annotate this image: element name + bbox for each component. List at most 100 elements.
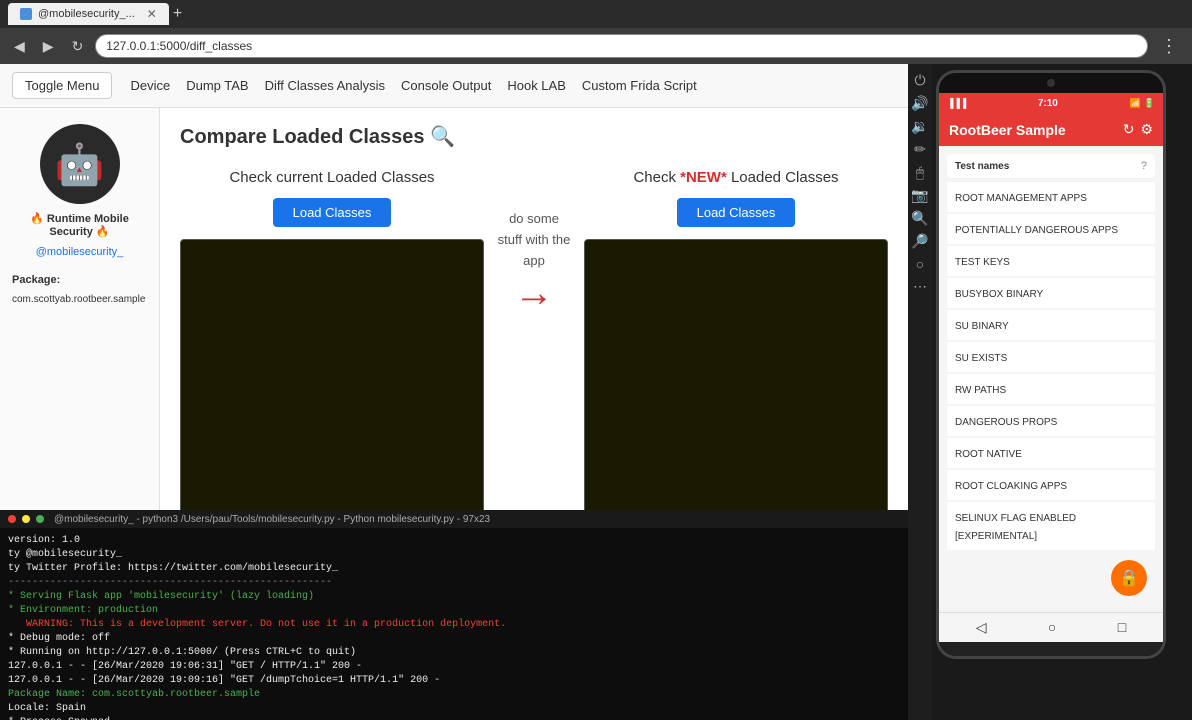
diff-right-column: Check *NEW* Loaded Classes Load Classes: [584, 169, 888, 510]
reload-button[interactable]: ↻: [66, 36, 90, 57]
middle-text: do some stuff with the app: [498, 209, 571, 271]
middle-line2: stuff with the: [498, 230, 571, 251]
phone-nav-bar: ◁ ○ □: [939, 612, 1163, 642]
test-item-text: SU EXISTS: [955, 353, 1007, 364]
term-line: 127.0.0.1 - - [26/Mar/2020 19:06:31] "GE…: [8, 660, 900, 674]
test-item-text: BUSYBOX BINARY: [955, 289, 1043, 300]
phone-app-title: RootBeer Sample: [949, 122, 1066, 138]
nav-link-hook-lab[interactable]: Hook LAB: [507, 78, 566, 93]
test-names-label: Test names: [955, 161, 1009, 172]
phone-camera: [1047, 79, 1055, 87]
nav-link-console-output[interactable]: Console Output: [401, 78, 491, 93]
wifi-icon: 📶: [1130, 98, 1141, 109]
phone-status-icons: 📶 🔋: [1130, 98, 1155, 109]
refresh-icon[interactable]: ↻: [1123, 121, 1135, 138]
package-label: Package:: [12, 274, 147, 286]
phone-status-bar: ▐▐▐ 7:10 📶 🔋: [939, 93, 1163, 113]
bottom-terminal: @mobilesecurity_ - python3 /Users/pau/To…: [0, 510, 908, 720]
phone-test-item: POTENTIALLY DANGEROUS APPS: [947, 214, 1155, 244]
web-app-panel: Toggle Menu Device Dump TAB Diff Classes…: [0, 64, 908, 720]
nav-recents-icon[interactable]: □: [1118, 619, 1126, 636]
circle-icon[interactable]: ○: [916, 256, 924, 272]
right-col-highlight: *NEW*: [680, 169, 727, 186]
phone-test-item: ROOT CLOAKING APPS: [947, 470, 1155, 500]
zoom-in-icon[interactable]: 🔍: [911, 210, 928, 227]
browser-tab-active[interactable]: @mobilesecurity_... ✕: [8, 3, 169, 25]
zoom-out-icon[interactable]: 🔎: [911, 233, 928, 250]
cursor-icon[interactable]: 🖱: [916, 164, 924, 181]
nav-back-icon[interactable]: ◁: [976, 619, 987, 636]
app-content: 🤖 🔥 Runtime Mobile Security 🔥 @mobilesec…: [0, 108, 908, 510]
term-line: * Environment: production: [8, 604, 900, 618]
phone-app-icons: ↻ ⚙: [1123, 121, 1153, 138]
phone-test-header: Test names ?: [947, 154, 1155, 178]
back-button[interactable]: ◀: [8, 36, 31, 57]
sidebar-title: 🔥 Runtime Mobile Security 🔥: [12, 212, 147, 238]
phone-test-item: SU EXISTS: [947, 342, 1155, 372]
right-col-post: Loaded Classes: [727, 169, 839, 186]
terminal-content[interactable]: version: 1.0 ty @mobilesecurity_ ty Twit…: [0, 528, 908, 720]
tab-close-btn[interactable]: ✕: [147, 7, 157, 21]
test-item-text: POTENTIALLY DANGEROUS APPS: [955, 225, 1118, 236]
nav-link-custom-frida[interactable]: Custom Frida Script: [582, 78, 697, 93]
power-icon[interactable]: ⏻: [914, 72, 925, 89]
load-classes-left-button[interactable]: Load Classes: [273, 198, 392, 227]
address-bar[interactable]: 127.0.0.1:5000/diff_classes: [95, 34, 1148, 58]
nav-link-device[interactable]: Device: [130, 78, 170, 93]
term-line: 127.0.0.1 - - [26/Mar/2020 19:09:16] "GE…: [8, 674, 900, 688]
test-item-text: DANGEROUS PROPS: [955, 417, 1057, 428]
nav-home-icon[interactable]: ○: [1048, 619, 1056, 636]
right-toolbar: ⏻ 🔊 🔉 ✏ 🖱 📷 🔍 🔎 ○ ⋯: [908, 64, 932, 720]
nav-link-diff-classes[interactable]: Diff Classes Analysis: [265, 78, 385, 93]
more-icon[interactable]: ⋯: [913, 278, 927, 295]
tab-title: @mobilesecurity_...: [38, 8, 135, 20]
phone-test-item: ROOT NATIVE: [947, 438, 1155, 468]
github-icon[interactable]: ⚙: [1140, 121, 1153, 138]
sidebar-handle[interactable]: @mobilesecurity_: [36, 246, 124, 258]
phone-test-item: SELINUX FLAG ENABLED [EXPERIMENTAL]: [947, 502, 1155, 550]
toggle-menu-button[interactable]: Toggle Menu: [12, 72, 112, 99]
term-line: ----------------------------------------…: [8, 576, 900, 590]
phone-content: Test names ? ROOT MANAGEMENT APPS POTENT…: [939, 146, 1163, 612]
phone-app-bar: RootBeer Sample ↻ ⚙: [939, 113, 1163, 146]
phone-frame: ▐▐▐ 7:10 📶 🔋 RootBeer Sample ↻: [936, 70, 1166, 659]
diff-layout: Check current Loaded Classes Load Classe…: [180, 169, 888, 510]
page-title: Compare Loaded Classes 🔍: [180, 124, 888, 149]
term-line: ty Twitter Profile: https://twitter.com/…: [8, 562, 900, 576]
right-classes-textarea[interactable]: [584, 239, 888, 510]
browser-menu-button[interactable]: ⋮: [1154, 34, 1184, 59]
browser-nav: ◀ ▶ ↻ 127.0.0.1:5000/diff_classes ⋮: [0, 28, 1192, 64]
volume-down-icon[interactable]: 🔉: [911, 118, 928, 135]
edit-icon[interactable]: ✏: [914, 141, 926, 158]
help-icon[interactable]: ?: [1141, 160, 1147, 172]
phone-bottom: [939, 642, 1163, 656]
tab-favicon: [20, 8, 32, 20]
phone-test-item: SU BINARY: [947, 310, 1155, 340]
load-classes-right-button[interactable]: Load Classes: [677, 198, 796, 227]
volume-up-icon[interactable]: 🔊: [911, 95, 928, 112]
battery-icon: 🔋: [1144, 98, 1155, 109]
term-dot-green: [36, 515, 44, 523]
test-item-text: SU BINARY: [955, 321, 1009, 332]
page-main: Compare Loaded Classes 🔍 Check current L…: [160, 108, 908, 510]
nav-link-dump-tab[interactable]: Dump TAB: [186, 78, 248, 93]
diff-left-column: Check current Loaded Classes Load Classe…: [180, 169, 484, 510]
phone-test-item: BUSYBOX BINARY: [947, 278, 1155, 308]
forward-button[interactable]: ▶: [37, 36, 60, 57]
term-line: * Debug mode: off: [8, 632, 900, 646]
camera-icon[interactable]: 📷: [911, 187, 928, 204]
phone-fab: 🔒: [947, 552, 1155, 604]
term-line: * Serving Flask app 'mobilesecurity' (la…: [8, 590, 900, 604]
app-navbar: Toggle Menu Device Dump TAB Diff Classes…: [0, 64, 908, 108]
fire-icon-right: 🔥: [96, 226, 110, 238]
diff-middle: do some stuff with the app →: [484, 169, 584, 316]
new-tab-button[interactable]: +: [173, 5, 182, 23]
fab-lock-button[interactable]: 🔒: [1111, 560, 1147, 596]
right-col-pre: Check: [633, 169, 680, 186]
test-item-text: RW PATHS: [955, 385, 1006, 396]
term-line: Locale: Spain: [8, 702, 900, 716]
test-item-text: ROOT MANAGEMENT APPS: [955, 193, 1087, 204]
term-line: version: 1.0: [8, 534, 900, 548]
left-classes-textarea[interactable]: [180, 239, 484, 510]
phone-signal-icons: ▐▐▐: [947, 98, 966, 108]
